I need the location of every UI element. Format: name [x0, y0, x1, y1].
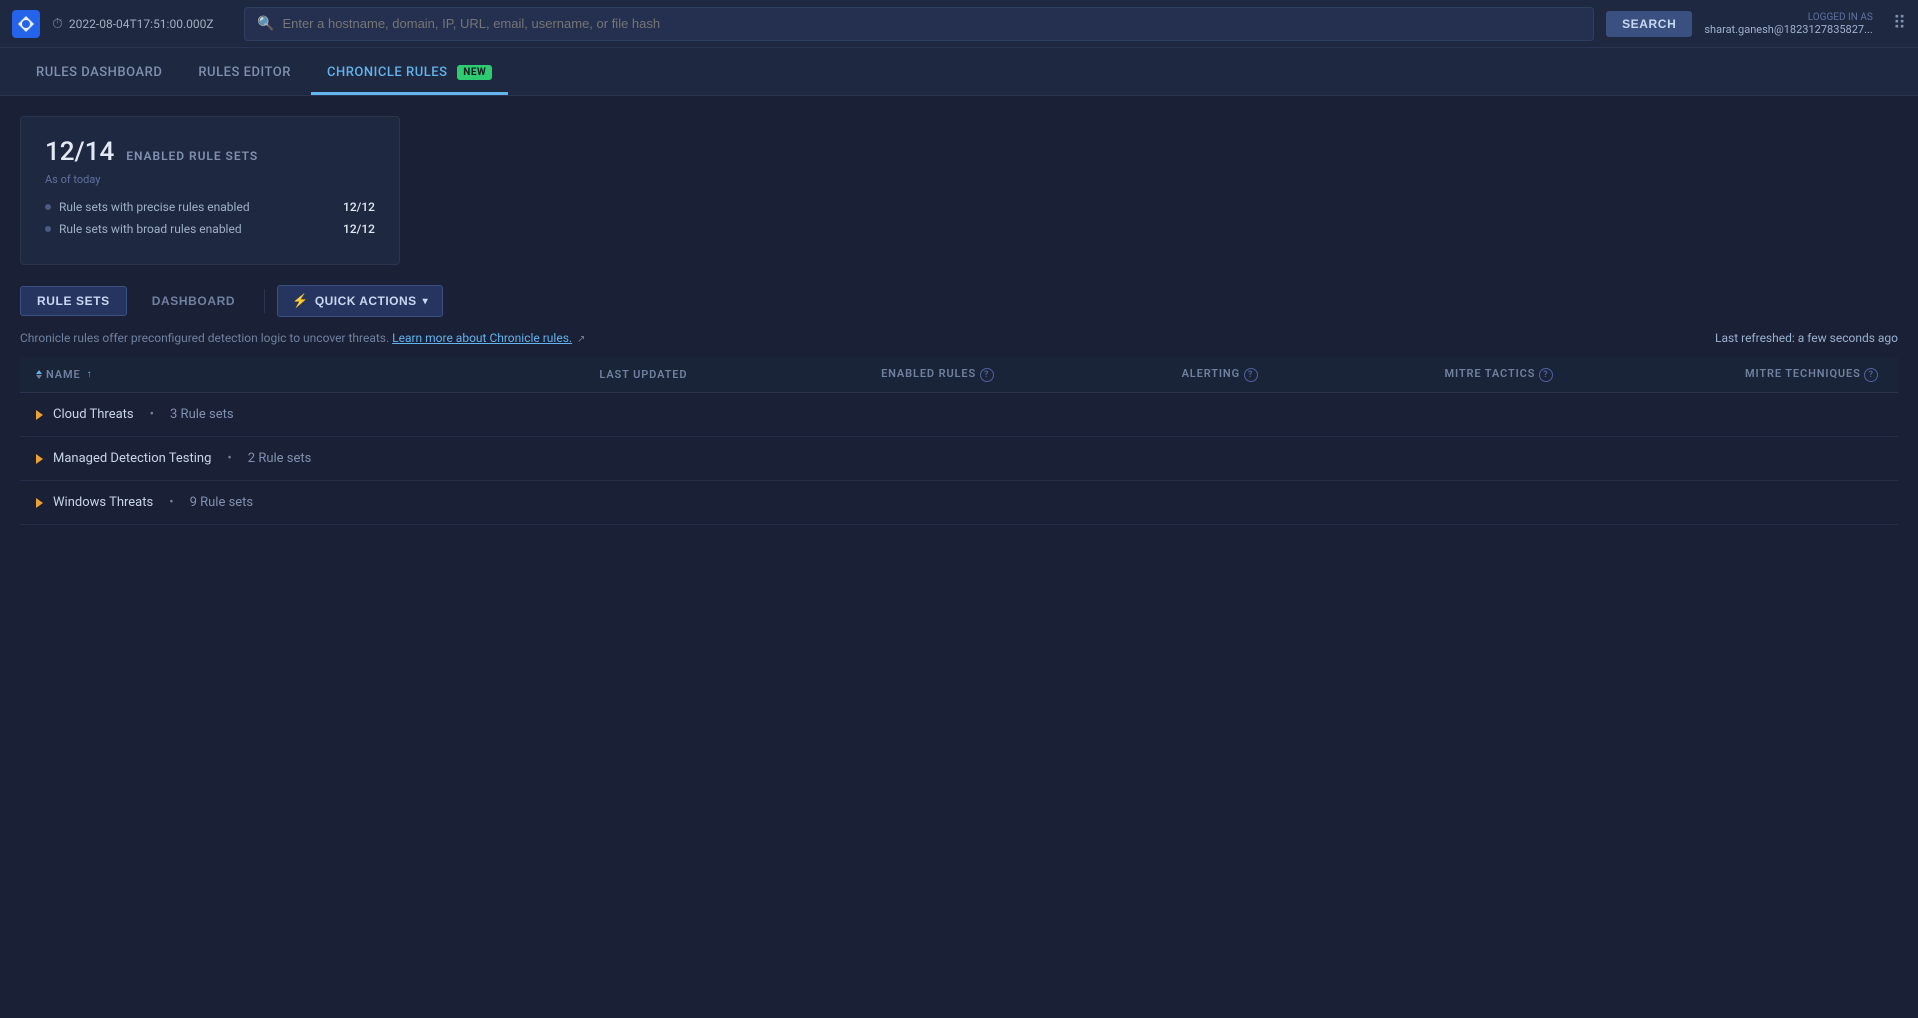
- summary-row-precise-label: Rule sets with precise rules enabled: [59, 200, 335, 214]
- summary-row-precise: Rule sets with precise rules enabled 12/…: [45, 200, 375, 214]
- expand-chevron-managed[interactable]: [36, 454, 43, 464]
- help-icon-mitre-techniques[interactable]: ?: [1864, 368, 1878, 382]
- logged-in-section: LOGGED IN AS sharat.ganesh@1823127835827…: [1704, 12, 1872, 36]
- summary-row-broad-value: 12/12: [343, 222, 375, 236]
- summary-row-broad-label: Rule sets with broad rules enabled: [59, 222, 335, 236]
- th-last-updated: LAST UPDATED: [583, 357, 865, 393]
- table-row: Cloud Threats • 3 Rule sets: [20, 393, 1898, 437]
- td-cloud-threats-last-updated: [583, 393, 865, 437]
- tab-rules-editor[interactable]: RULES EDITOR: [182, 53, 307, 95]
- bullet-broad: [45, 226, 51, 232]
- current-time: 2022-08-04T17:51:00.000Z: [69, 17, 214, 31]
- th-alerting: ALERTING ?: [1166, 357, 1429, 393]
- td-windows-threats-name: Windows Threats • 9 Rule sets: [20, 481, 583, 525]
- td-cloud-threats-mitre-tactics: [1428, 393, 1728, 437]
- toolbar-divider: [264, 289, 265, 313]
- td-windows-threats-mitre-techniques: [1729, 481, 1898, 525]
- learn-more-link[interactable]: Learn more about Chronicle rules.: [392, 331, 572, 345]
- tab-rules-dashboard[interactable]: RULES DASHBOARD: [20, 53, 178, 95]
- td-managed-detection-last-updated: [583, 437, 865, 481]
- tab-chronicle-rules[interactable]: CHRONICLE RULES NEW: [311, 53, 508, 95]
- clock-icon: ⏱: [52, 16, 63, 32]
- info-bar: Chronicle rules offer preconfigured dete…: [20, 331, 1898, 345]
- summary-subtitle: As of today: [45, 173, 375, 186]
- summary-row-precise-value: 12/12: [343, 200, 375, 214]
- table-body: Cloud Threats • 3 Rule sets Managed Dete…: [20, 393, 1898, 525]
- td-windows-threats-alerting: [1166, 481, 1429, 525]
- summary-count: 12/14: [45, 137, 114, 167]
- new-badge: NEW: [457, 65, 492, 80]
- td-windows-threats-mitre-tactics: [1428, 481, 1728, 525]
- td-managed-detection-mitre-tactics: [1428, 437, 1728, 481]
- search-icon: 🔍: [257, 16, 274, 32]
- apps-grid-icon[interactable]: ⠿: [1893, 13, 1906, 34]
- td-windows-threats-last-updated: [583, 481, 865, 525]
- td-managed-detection-enabled-rules: [865, 437, 1165, 481]
- summary-card: 12/14 ENABLED RULE SETS As of today Rule…: [20, 116, 400, 265]
- td-managed-detection-name: Managed Detection Testing • 2 Rule sets: [20, 437, 583, 481]
- td-cloud-threats-name: Cloud Threats • 3 Rule sets: [20, 393, 583, 437]
- th-name[interactable]: NAME ↑: [20, 357, 583, 393]
- expand-chevron-cloud[interactable]: [36, 410, 43, 420]
- last-refreshed: Last refreshed: a few seconds ago: [1715, 331, 1898, 345]
- summary-title: ENABLED RULE SETS: [126, 149, 258, 163]
- td-cloud-threats-alerting: [1166, 393, 1429, 437]
- search-input[interactable]: [282, 16, 1581, 31]
- sort-arrows-name[interactable]: [36, 370, 42, 379]
- time-section: ⏱ 2022-08-04T17:51:00.000Z: [52, 16, 232, 32]
- top-bar: ⏱ 2022-08-04T17:51:00.000Z 🔍 SEARCH LOGG…: [0, 0, 1918, 48]
- external-link-icon: ↗: [577, 334, 585, 345]
- bullet-precise: [45, 204, 51, 210]
- secondary-nav: RULES DASHBOARD RULES EDITOR CHRONICLE R…: [0, 48, 1918, 96]
- toolbar: RULE SETS DASHBOARD ⚡ QUICK ACTIONS ▾: [20, 285, 1898, 317]
- table-header-row: NAME ↑ LAST UPDATED ENABLED RULES ? ALER…: [20, 357, 1898, 393]
- username: sharat.ganesh@1823127835827...: [1704, 23, 1872, 36]
- last-refreshed-value: a few seconds ago: [1798, 331, 1898, 345]
- table-row: Windows Threats • 9 Rule sets: [20, 481, 1898, 525]
- td-windows-threats-enabled-rules: [865, 481, 1165, 525]
- td-managed-detection-mitre-techniques: [1729, 437, 1898, 481]
- rules-table: NAME ↑ LAST UPDATED ENABLED RULES ? ALER…: [20, 357, 1898, 525]
- th-mitre-tactics: MITRE TACTICS ?: [1428, 357, 1728, 393]
- sort-asc-indicator: ↑: [87, 369, 93, 380]
- help-icon-mitre-tactics[interactable]: ?: [1539, 368, 1553, 382]
- dashboard-tab-button[interactable]: DASHBOARD: [135, 286, 252, 316]
- td-managed-detection-alerting: [1166, 437, 1429, 481]
- th-enabled-rules: ENABLED RULES ?: [865, 357, 1165, 393]
- th-mitre-techniques: MITRE TECHNIQUES ?: [1729, 357, 1898, 393]
- help-icon-enabled-rules[interactable]: ?: [980, 368, 994, 382]
- rule-sets-tab-button[interactable]: RULE SETS: [20, 286, 127, 316]
- td-cloud-threats-mitre-techniques: [1729, 393, 1898, 437]
- quick-actions-button[interactable]: ⚡ QUICK ACTIONS ▾: [277, 285, 443, 317]
- main-content: 12/14 ENABLED RULE SETS As of today Rule…: [0, 96, 1918, 525]
- search-button[interactable]: SEARCH: [1606, 11, 1692, 37]
- app-logo[interactable]: [12, 10, 40, 38]
- help-icon-alerting[interactable]: ?: [1244, 368, 1258, 382]
- search-bar: 🔍: [244, 7, 1594, 41]
- td-cloud-threats-enabled-rules: [865, 393, 1165, 437]
- summary-row-broad: Rule sets with broad rules enabled 12/12: [45, 222, 375, 236]
- info-text: Chronicle rules offer preconfigured dete…: [20, 331, 585, 345]
- chevron-down-icon: ▾: [423, 296, 429, 307]
- logged-in-label: LOGGED IN AS: [1808, 12, 1873, 23]
- expand-chevron-windows[interactable]: [36, 498, 43, 508]
- bolt-icon: ⚡: [292, 293, 309, 309]
- table-row: Managed Detection Testing • 2 Rule sets: [20, 437, 1898, 481]
